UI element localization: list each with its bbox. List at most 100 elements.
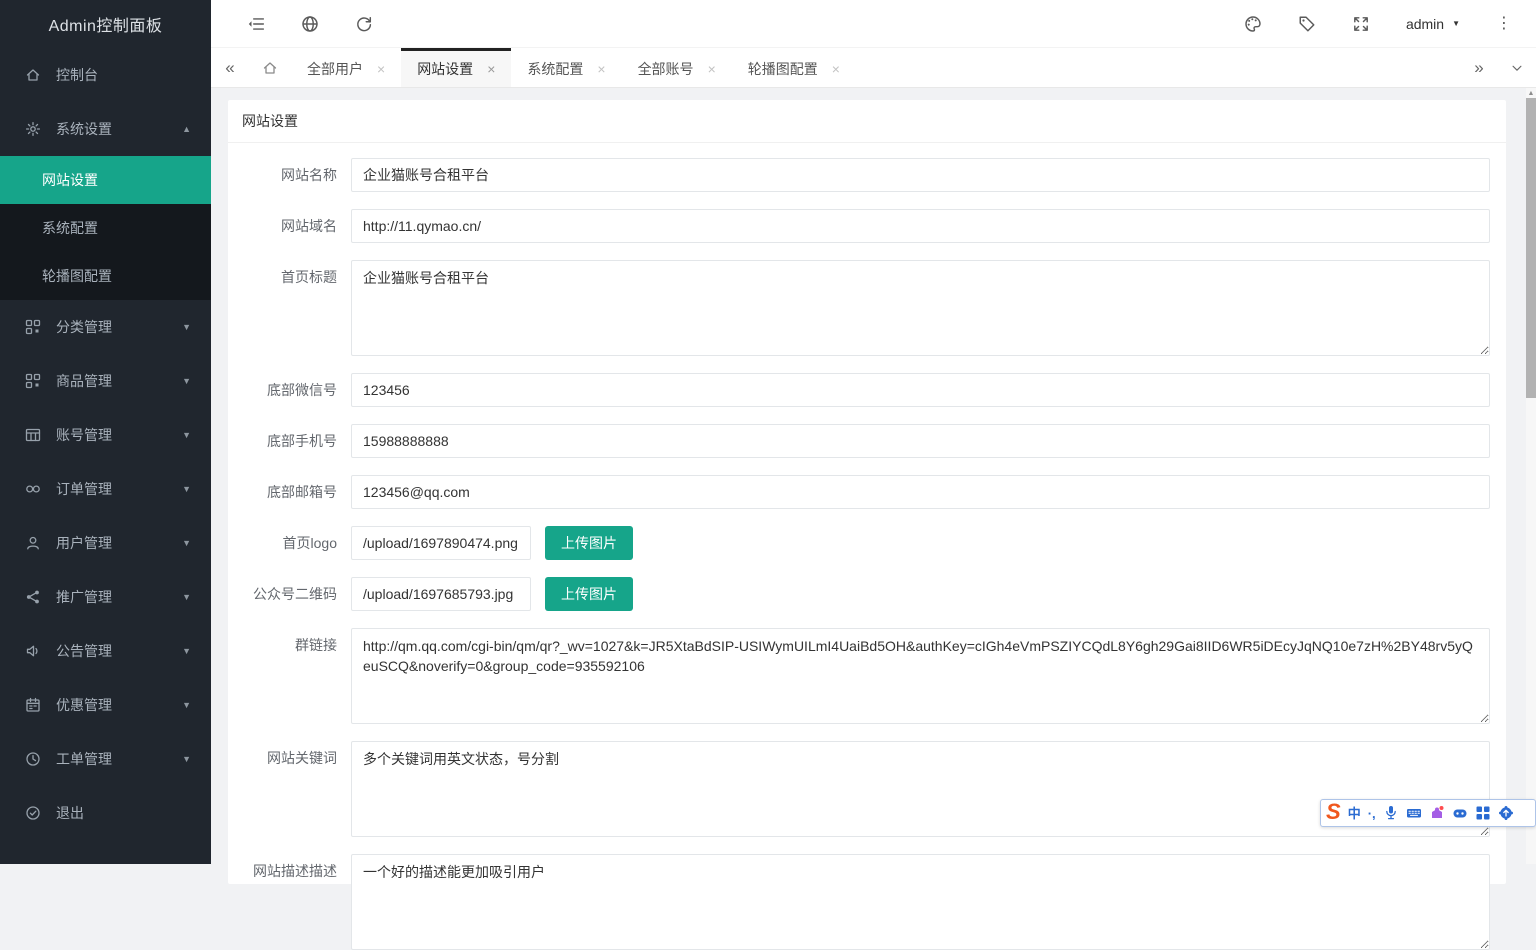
sidebar-item-discount-management[interactable]: 优惠管理 ▼: [0, 678, 211, 732]
skin-icon[interactable]: [1429, 805, 1445, 821]
punctuation-mode-icon[interactable]: ·,: [1368, 807, 1376, 820]
sidebar-item-label: 商品管理: [56, 371, 174, 391]
chevron-down-icon: ▼: [182, 538, 191, 548]
tabbar: « 全部用户 × 网站设置 × 系统配置 × 全部账号 × 轮播图配置 × »: [211, 48, 1536, 88]
sidebar-item-category-management[interactable]: 分类管理 ▼: [0, 300, 211, 354]
home-title-textarea[interactable]: 企业猫账号合租平台: [351, 260, 1490, 356]
sidebar-item-user-management[interactable]: 用户管理 ▼: [0, 516, 211, 570]
theme-palette-icon[interactable]: [1244, 15, 1262, 33]
tab-all-users[interactable]: 全部用户 ×: [291, 48, 401, 87]
chevron-down-icon: ▼: [182, 754, 191, 764]
close-icon[interactable]: ×: [708, 61, 716, 77]
infinity-icon: [25, 481, 41, 497]
footer-wechat-input[interactable]: [351, 373, 1490, 407]
sogou-logo-icon[interactable]: S: [1326, 801, 1341, 823]
sidebar-item-order-management[interactable]: 订单管理 ▼: [0, 462, 211, 516]
description-textarea[interactable]: 一个好的描述能更加吸引用户: [351, 854, 1490, 950]
home-tab[interactable]: [249, 48, 291, 87]
sidebar-item-dashboard[interactable]: 控制台: [0, 48, 211, 102]
sidebar-subitem-carousel-config[interactable]: 轮播图配置: [0, 252, 211, 300]
sidebar-subitem-website-settings[interactable]: 网站设置: [0, 156, 211, 204]
group-link-textarea[interactable]: http://qm.qq.com/cgi-bin/qm/qr?_wv=1027&…: [351, 628, 1490, 724]
speaker-icon: [25, 643, 41, 659]
sidebar-item-label: 公告管理: [56, 641, 174, 661]
user-name: admin: [1406, 16, 1444, 32]
tabs-scroll-left[interactable]: «: [211, 48, 249, 87]
field-label: 首页logo: [228, 526, 351, 560]
assistant-robot-icon[interactable]: [1452, 805, 1468, 821]
calendar-icon: [25, 697, 41, 713]
user-menu[interactable]: admin ▼: [1406, 16, 1460, 32]
home-logo-path-input[interactable]: [351, 526, 531, 560]
keyboard-icon[interactable]: [1406, 805, 1422, 821]
refresh-icon[interactable]: [355, 15, 373, 33]
tab-all-accounts[interactable]: 全部账号 ×: [622, 48, 732, 87]
scrollbar-up-arrow[interactable]: ▲: [1526, 88, 1536, 98]
ime-settings-icon[interactable]: [1498, 805, 1514, 821]
more-menu-icon[interactable]: ⋮: [1496, 16, 1512, 32]
form-row: 底部微信号: [228, 373, 1506, 407]
user-icon: [25, 535, 41, 551]
footer-email-input[interactable]: [351, 475, 1490, 509]
close-icon[interactable]: ×: [377, 61, 385, 77]
grid-icon: [25, 319, 41, 335]
sidebar-item-label: 分类管理: [56, 317, 174, 337]
close-icon[interactable]: ×: [597, 61, 605, 77]
form-row: 网站描述描述 一个好的描述能更加吸引用户: [228, 854, 1506, 950]
sidebar-subitem-system-config[interactable]: 系统配置: [0, 204, 211, 252]
tab-website-settings[interactable]: 网站设置 ×: [401, 48, 511, 87]
main-content: 网站设置 网站名称 网站域名 首页标题 企业猫账号合租平台 底部微信号: [211, 88, 1526, 864]
tabs-dropdown[interactable]: [1498, 48, 1536, 87]
panel-title: 网站设置: [228, 100, 1506, 143]
fullscreen-icon[interactable]: [1352, 15, 1370, 33]
tab-carousel-config[interactable]: 轮播图配置 ×: [732, 48, 856, 87]
sidebar-item-promotion-management[interactable]: 推广管理 ▼: [0, 570, 211, 624]
tabs-scroll-right[interactable]: »: [1460, 48, 1498, 87]
form-row: 网站关键词 多个关键词用英文状态，号分割: [228, 741, 1506, 837]
share-icon: [25, 589, 41, 605]
vertical-scrollbar[interactable]: ▲: [1526, 88, 1536, 864]
sidebar-item-system-settings[interactable]: 系统设置 ▲: [0, 102, 211, 156]
sidebar-item-logout[interactable]: 退出: [0, 786, 211, 840]
chevron-down-icon: ▼: [182, 592, 191, 602]
sidebar-item-product-management[interactable]: 商品管理 ▼: [0, 354, 211, 408]
chevron-down-icon: [1510, 61, 1524, 75]
tab-system-config[interactable]: 系统配置 ×: [511, 48, 621, 87]
sidebar-item-account-management[interactable]: 账号管理 ▼: [0, 408, 211, 462]
sidebar-item-announcement-management[interactable]: 公告管理 ▼: [0, 624, 211, 678]
home-icon: [262, 60, 278, 76]
scrollbar-thumb[interactable]: [1526, 98, 1536, 398]
website-settings-panel: 网站设置 网站名称 网站域名 首页标题 企业猫账号合租平台 底部微信号: [228, 100, 1506, 884]
site-domain-input[interactable]: [351, 209, 1490, 243]
form-row: 底部手机号: [228, 424, 1506, 458]
footer-phone-input[interactable]: [351, 424, 1490, 458]
upload-qrcode-button[interactable]: 上传图片: [545, 577, 633, 611]
globe-icon[interactable]: [301, 15, 319, 33]
field-label: 网站域名: [228, 209, 351, 243]
apps-grid-icon[interactable]: [1475, 805, 1491, 821]
tag-icon[interactable]: [1298, 15, 1316, 33]
sidebar: Admin控制面板 控制台 系统设置 ▲ 网站设置 系统配置 轮播图配置 分类管…: [0, 0, 211, 864]
gear-icon: [25, 121, 41, 137]
close-icon[interactable]: ×: [487, 61, 495, 77]
collapse-sidebar-icon[interactable]: [247, 15, 265, 33]
sidebar-item-label: 订单管理: [56, 479, 174, 499]
home-icon: [25, 67, 41, 83]
sidebar-item-label: 优惠管理: [56, 695, 174, 715]
tab-label: 全部账号: [638, 59, 694, 79]
field-label: 底部手机号: [228, 424, 351, 458]
site-name-input[interactable]: [351, 158, 1490, 192]
website-settings-form: 网站名称 网站域名 首页标题 企业猫账号合租平台 底部微信号 底部手机号: [228, 143, 1506, 950]
sidebar-item-ticket-management[interactable]: 工单管理 ▼: [0, 732, 211, 786]
qrcode-path-input[interactable]: [351, 577, 531, 611]
upload-logo-button[interactable]: 上传图片: [545, 526, 633, 560]
field-label: 网站名称: [228, 158, 351, 192]
chinese-mode-icon[interactable]: 中: [1348, 807, 1361, 820]
microphone-icon[interactable]: [1383, 805, 1399, 821]
app-title: Admin控制面板: [0, 0, 211, 48]
field-label: 群链接: [228, 628, 351, 724]
close-icon[interactable]: ×: [832, 61, 840, 77]
chevron-up-icon: ▲: [182, 124, 191, 134]
field-label: 首页标题: [228, 260, 351, 356]
sidebar-item-label: 用户管理: [56, 533, 174, 553]
